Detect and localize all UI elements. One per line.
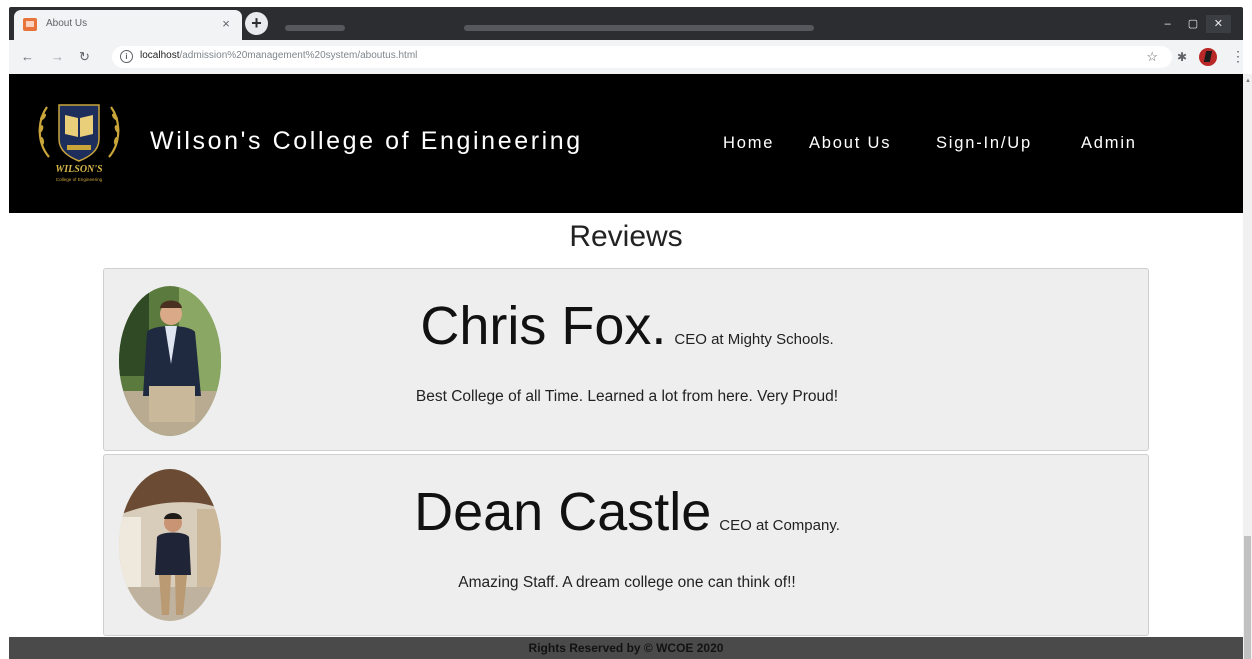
address-bar[interactable]: i localhost/admission%20management%20sys… bbox=[112, 46, 1172, 68]
nav-sign-in-up[interactable]: Sign-In/Up bbox=[936, 134, 1032, 153]
extensions-icon[interactable]: ✱ bbox=[1177, 50, 1187, 64]
tab-close-icon[interactable]: × bbox=[219, 15, 233, 33]
back-arrow-icon[interactable]: ← bbox=[21, 49, 34, 64]
review-card: Chris Fox. CEO at Mighty Schools. Best Co… bbox=[103, 268, 1149, 451]
logo-wordmark: WILSON'S bbox=[55, 164, 103, 175]
background-tab[interactable] bbox=[464, 25, 814, 31]
star-icon[interactable]: ☆ bbox=[1146, 49, 1158, 65]
url-path: /admission%20management%20system/aboutus… bbox=[179, 50, 418, 61]
footer-copyright: Rights Reserved by © WCOE 2020 bbox=[528, 641, 724, 655]
logo-subtext: College of Engineering bbox=[56, 177, 103, 182]
new-tab-button[interactable]: + bbox=[245, 12, 268, 35]
menu-icon[interactable]: ⋮ bbox=[1231, 48, 1245, 65]
tab-title: About Us bbox=[46, 18, 88, 29]
reviewer-role: CEO at Company. bbox=[719, 517, 840, 534]
scrollbar-thumb[interactable] bbox=[1244, 536, 1251, 659]
restore-button[interactable]: ▢ bbox=[1180, 15, 1205, 33]
reviewer-name: Chris Fox. bbox=[420, 296, 667, 356]
background-tab[interactable] bbox=[285, 25, 345, 31]
reviewer-heading: Dean Castle CEO at Company. bbox=[104, 481, 1150, 543]
college-logo: WILSON'S College of Engineering bbox=[38, 104, 120, 182]
browser-toolbar: ← → ↻ i localhost/admission%20management… bbox=[9, 40, 1245, 74]
review-quote: Amazing Staff. A dream college one can t… bbox=[458, 574, 796, 591]
info-icon[interactable]: i bbox=[120, 50, 133, 63]
nav-admin[interactable]: Admin bbox=[1081, 134, 1137, 153]
reviewer-heading: Chris Fox. CEO at Mighty Schools. bbox=[104, 295, 1150, 357]
profile-icon[interactable] bbox=[1199, 48, 1217, 66]
reviewer-role: CEO at Mighty Schools. bbox=[674, 331, 834, 348]
url-host: localhost bbox=[140, 50, 180, 61]
nav-home[interactable]: Home bbox=[723, 134, 774, 153]
reviewer-name: Dean Castle bbox=[414, 482, 712, 542]
window-controls: – ▢ ✕ bbox=[1155, 15, 1231, 33]
page-scrollbar[interactable]: ▲ bbox=[1243, 74, 1252, 659]
review-quote: Best College of all Time. Learned a lot … bbox=[415, 388, 839, 405]
site-footer: Rights Reserved by © WCOE 2020 bbox=[9, 637, 1243, 659]
tab-about-us[interactable]: About Us × bbox=[14, 10, 242, 40]
brand-title: Wilson's College of Engineering bbox=[150, 127, 583, 155]
nav-about-us[interactable]: About Us bbox=[809, 134, 891, 153]
forward-arrow-icon[interactable]: → bbox=[51, 49, 64, 64]
favicon-icon bbox=[23, 18, 37, 31]
url-text[interactable]: localhost/admission%20management%20syste… bbox=[140, 50, 417, 61]
review-card: Dean Castle CEO at Company. Amazing Staff… bbox=[103, 454, 1149, 636]
minimize-button[interactable]: – bbox=[1155, 15, 1180, 33]
scroll-up-icon[interactable]: ▲ bbox=[1245, 78, 1251, 84]
close-window-button[interactable]: ✕ bbox=[1205, 15, 1231, 33]
reload-icon[interactable]: ↻ bbox=[79, 49, 90, 65]
site-header: WILSON'S College of Engineering Wilson's… bbox=[9, 74, 1243, 213]
reviews-title: Reviews bbox=[569, 220, 683, 253]
